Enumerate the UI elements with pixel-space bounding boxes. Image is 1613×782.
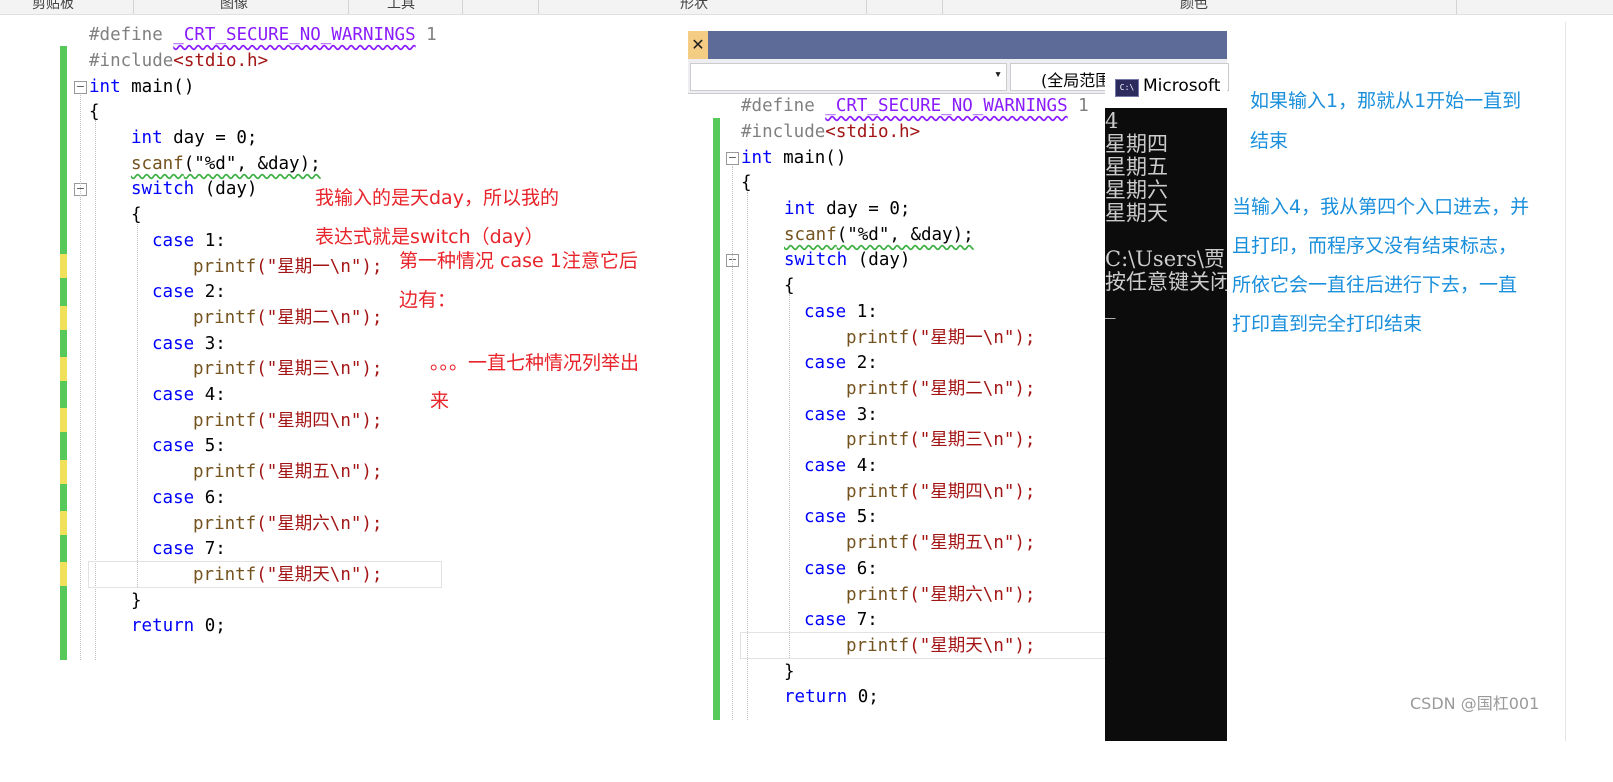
- watermark: CSDN @国杠001: [1410, 694, 1540, 713]
- code-line: #define _CRT_SECURE_NO_WARNINGS 1: [741, 96, 1089, 116]
- code-line: case 6:: [804, 559, 878, 579]
- ribbon-group-tools[interactable]: 工具: [387, 0, 415, 13]
- code-line: scanf("%d", &day);: [131, 154, 321, 174]
- code-line: int day = 0;: [131, 128, 258, 148]
- ribbon-group-shapes[interactable]: 形状: [680, 0, 708, 13]
- code-line: case 1:: [152, 231, 226, 251]
- change-bar-modified: [60, 511, 67, 535]
- code-line: int day = 0;: [784, 199, 911, 219]
- change-bar: [713, 118, 720, 720]
- code-line: printf("星期二\n");: [193, 308, 383, 328]
- console-line: 星期天: [1105, 201, 1168, 225]
- console-title-bar[interactable]: C:\ Microsoft: [1105, 70, 1227, 108]
- change-bar-modified: [60, 357, 67, 381]
- code-line: printf("星期天\n");: [193, 565, 383, 585]
- code-line: case 6:: [152, 488, 226, 508]
- ribbon-group-clipboard[interactable]: 剪贴板: [32, 0, 74, 13]
- console-line: 星期六: [1105, 178, 1168, 202]
- annotation-note: 当输入4，我从第四个入口进去，并: [1232, 196, 1530, 218]
- code-line: printf("星期三\n");: [846, 430, 1036, 450]
- code-line: {: [89, 102, 100, 122]
- code-line: switch (day): [784, 250, 911, 270]
- code-line: case 3:: [152, 334, 226, 354]
- code-line: printf("星期五\n");: [193, 462, 383, 482]
- change-bar-modified: [60, 460, 67, 484]
- code-line: return 0;: [131, 616, 226, 636]
- code-line: {: [131, 205, 142, 225]
- ribbon-group-colors[interactable]: 颜色: [1180, 0, 1208, 13]
- code-lines: #define _CRT_SECURE_NO_WARNINGS 1 #inclu…: [0, 93, 1089, 782]
- fold-toggle-icon[interactable]: −: [74, 81, 87, 94]
- tab-strip: [708, 31, 1227, 59]
- code-line: switch (day): [131, 179, 258, 199]
- close-tab-icon[interactable]: ✕: [688, 31, 708, 59]
- code-line: scanf("%d", &day);: [784, 225, 974, 245]
- code-line: case 4:: [152, 385, 226, 405]
- console-line: C:\Users\贾: [1105, 247, 1226, 271]
- annotation-note: 且打印，而程序又没有结束标志，: [1232, 235, 1518, 257]
- console-line: 按任意键关闭: [1105, 270, 1227, 294]
- fold-toggle-icon[interactable]: −: [726, 152, 739, 165]
- code-line: {: [784, 276, 795, 296]
- code-line: }: [131, 591, 142, 611]
- code-line: {: [741, 173, 752, 193]
- code-line: case 7:: [804, 610, 878, 630]
- change-bar-modified: [60, 306, 67, 330]
- code-line: printf("星期三\n");: [193, 359, 383, 379]
- code-line: #define _CRT_SECURE_NO_WARNINGS 1: [89, 25, 437, 45]
- console-window[interactable]: C:\ Microsoft 4 星期四 星期五 星期六 星期天 C:\Users…: [1105, 70, 1227, 741]
- code-line: case 5:: [804, 507, 878, 527]
- code-line: #include<stdio.h>: [89, 51, 269, 71]
- scope-dropdown[interactable]: ▾: [690, 63, 1007, 91]
- code-line: case 3:: [804, 405, 878, 425]
- code-line: int main(): [89, 77, 195, 97]
- console-title: Microsoft: [1143, 76, 1221, 96]
- console-cursor: _: [1105, 295, 1116, 319]
- code-line: case 1:: [804, 302, 878, 322]
- annotation-note: 边有：: [399, 289, 457, 311]
- annotation-note: 第一种情况 case 1注意它后: [399, 250, 638, 272]
- code-line: printf("星期一\n");: [193, 257, 383, 277]
- annotation-note: 所依它会一直往后进行下去，一直: [1232, 274, 1518, 296]
- console-line: 4: [1105, 109, 1119, 133]
- code-line: printf("星期二\n");: [846, 379, 1036, 399]
- annotation-note: 。。。一直七种情况列举出: [430, 352, 640, 374]
- code-line: case 5:: [152, 436, 226, 456]
- code-line: case 7:: [152, 539, 226, 559]
- code-line: printf("星期天\n");: [846, 636, 1036, 656]
- console-line: 星期五: [1105, 155, 1168, 179]
- code-line: }: [784, 662, 795, 682]
- console-line: 星期四: [1105, 132, 1168, 156]
- change-bar-modified: [60, 408, 67, 432]
- code-line: case 2:: [152, 282, 226, 302]
- code-line: printf("星期一\n");: [846, 328, 1036, 348]
- annotation-note: 表达式就是switch（day）: [315, 226, 544, 248]
- annotation-note: 来: [430, 390, 450, 412]
- annotation-note: 我输入的是天day，所以我的: [315, 187, 559, 209]
- annotation-note: 结束: [1250, 130, 1289, 152]
- chevron-down-icon: ▾: [994, 67, 1002, 82]
- code-line: printf("星期四\n");: [846, 482, 1036, 502]
- code-line: #include<stdio.h>: [741, 122, 921, 142]
- code-line: printf("星期六\n");: [846, 585, 1036, 605]
- code-line: printf("星期六\n");: [193, 514, 383, 534]
- code-line: int main(): [741, 148, 847, 168]
- code-line: case 4:: [804, 456, 878, 476]
- terminal-icon: C:\: [1115, 79, 1139, 97]
- change-bar-modified: [60, 562, 67, 586]
- ribbon-bar: 剪贴板 图像 工具 形状 颜色: [0, 0, 1613, 15]
- divider: [1565, 22, 1566, 741]
- code-line: case 2:: [804, 353, 878, 373]
- change-bar-modified: [60, 254, 67, 278]
- ribbon-group-image[interactable]: 图像: [220, 0, 248, 13]
- code-line: printf("星期五\n");: [846, 533, 1036, 553]
- code-line: printf("星期四\n");: [193, 411, 383, 431]
- code-line: return 0;: [784, 687, 879, 707]
- annotation-note: 打印直到完全打印结束: [1232, 313, 1423, 335]
- annotation-note: 如果输入1，那就从1开始一直到: [1250, 90, 1522, 112]
